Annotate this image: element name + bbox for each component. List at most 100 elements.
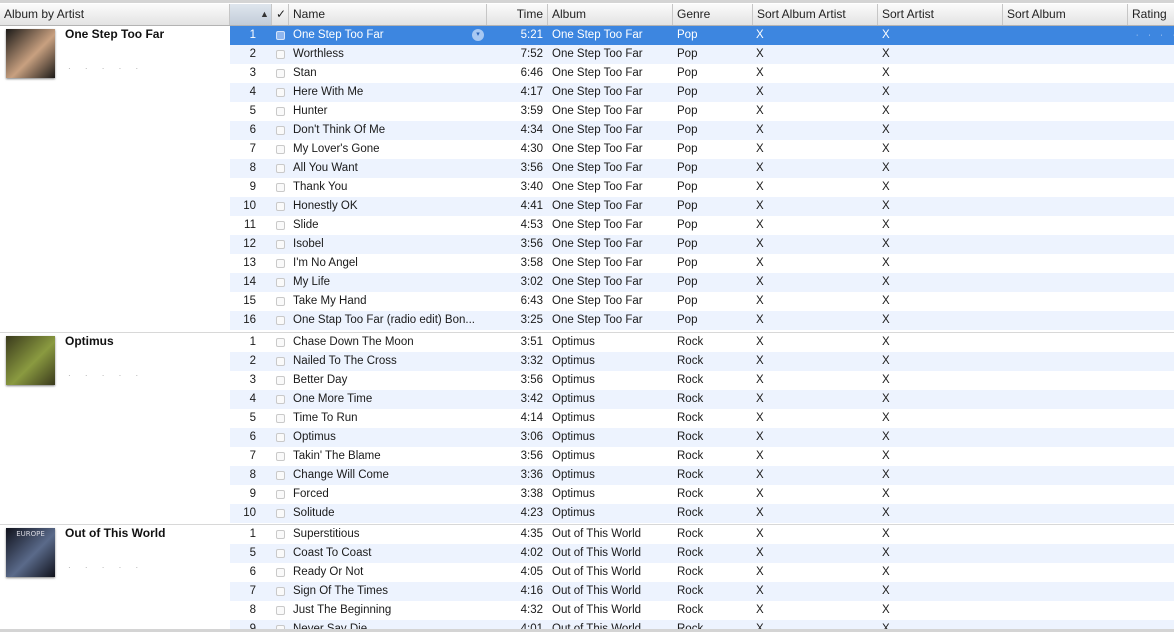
track-genre: Rock: [677, 547, 704, 559]
column-header-genre[interactable]: Genre: [673, 4, 753, 25]
column-header-name[interactable]: Name: [289, 4, 487, 25]
track-checkbox[interactable]: [276, 587, 285, 596]
track-row[interactable]: 4 Here With Me 4:17 One Step Too Far Pop X X: [230, 83, 1174, 102]
track-checkbox[interactable]: [276, 240, 285, 249]
track-row[interactable]: 3 Stan 6:46 One Step Too Far Pop X X: [230, 64, 1174, 83]
track-checkbox[interactable]: [276, 414, 285, 423]
track-name: One More Time: [293, 393, 373, 405]
column-header-album-by-artist[interactable]: Album by Artist: [0, 4, 230, 25]
track-checkbox[interactable]: [276, 530, 285, 539]
column-header-album[interactable]: Album: [548, 4, 673, 25]
track-row[interactable]: 16 One Stap Too Far (radio edit) Bon... 3:…: [230, 311, 1174, 330]
track-row[interactable]: 9 Forced 3:38 Optimus Rock X X: [230, 485, 1174, 504]
track-row[interactable]: 1 One Step Too Far 5:21 One Step Too Far Pop…: [230, 26, 1174, 45]
track-checkbox[interactable]: [276, 88, 285, 97]
track-sort-album-artist: X: [756, 566, 764, 578]
column-header-checkbox[interactable]: ✓: [272, 4, 289, 25]
track-row[interactable]: 11 Slide 4:53 One Step Too Far Pop X X: [230, 216, 1174, 235]
track-row[interactable]: 5 Coast To Coast 4:02 Out of This World Rock…: [230, 544, 1174, 563]
album-artwork[interactable]: EUROPE: [6, 528, 55, 577]
track-checkbox[interactable]: [276, 357, 285, 366]
track-row[interactable]: 3 Better Day 3:56 Optimus Rock X X: [230, 371, 1174, 390]
track-row[interactable]: 5 Time To Run 4:14 Optimus Rock X X: [230, 409, 1174, 428]
track-checkbox[interactable]: [276, 376, 285, 385]
track-checkbox[interactable]: [276, 509, 285, 518]
track-checkbox[interactable]: [276, 69, 285, 78]
track-checkbox[interactable]: [276, 316, 285, 325]
column-header-sort-album-artist[interactable]: Sort Album Artist: [753, 4, 878, 25]
track-rating[interactable]: · · · · ·: [1136, 26, 1174, 45]
track-row[interactable]: 4 One More Time 3:42 Optimus Rock X X: [230, 390, 1174, 409]
track-row[interactable]: 7 Sign Of The Times 4:16 Out of This World R…: [230, 582, 1174, 601]
track-checkbox[interactable]: [276, 183, 285, 192]
track-checkbox[interactable]: [276, 452, 285, 461]
track-row[interactable]: 7 Takin' The Blame 3:56 Optimus Rock X X: [230, 447, 1174, 466]
album-rating[interactable]: · · · · ·: [68, 563, 144, 572]
track-row[interactable]: 8 Change Will Come 3:36 Optimus Rock X X: [230, 466, 1174, 485]
track-row[interactable]: 13 I'm No Angel 3:58 One Step Too Far Pop X X: [230, 254, 1174, 273]
column-header-time[interactable]: Time: [487, 4, 548, 25]
track-checkbox[interactable]: [276, 606, 285, 615]
track-row[interactable]: 10 Honestly OK 4:41 One Step Too Far Pop X X: [230, 197, 1174, 216]
track-checkbox[interactable]: [276, 568, 285, 577]
track-checkbox[interactable]: [276, 126, 285, 135]
track-checkbox[interactable]: [276, 145, 285, 154]
track-checkbox[interactable]: [276, 433, 285, 442]
album-title: One Step Too Far: [65, 27, 165, 41]
track-name: Don't Think Of Me: [293, 124, 386, 136]
track-number: 6: [249, 124, 256, 136]
column-header-sort-artist[interactable]: Sort Artist: [878, 4, 1003, 25]
column-header-rating[interactable]: Rating: [1128, 4, 1174, 25]
track-row[interactable]: 2 Worthless 7:52 One Step Too Far Pop X X: [230, 45, 1174, 64]
album-artwork[interactable]: [6, 336, 55, 385]
track-row[interactable]: 1 Superstitious 4:35 Out of This World Rock X…: [230, 525, 1174, 544]
column-header-sort-album[interactable]: Sort Album: [1003, 4, 1128, 25]
track-album: Out of This World: [552, 528, 642, 540]
track-checkbox[interactable]: [276, 471, 285, 480]
track-name: Take My Hand: [293, 295, 367, 307]
track-checkbox[interactable]: [276, 297, 285, 306]
track-row[interactable]: 6 Ready Or Not 4:05 Out of This World Rock X X: [230, 563, 1174, 582]
track-checkbox[interactable]: [276, 259, 285, 268]
track-checkbox[interactable]: [276, 221, 285, 230]
track-row[interactable]: 10 Solitude 4:23 Optimus Rock X X: [230, 504, 1174, 523]
track-row[interactable]: 8 Just The Beginning 4:32 Out of This World…: [230, 601, 1174, 620]
track-row[interactable]: 9 Thank You 3:40 One Step Too Far Pop X X: [230, 178, 1174, 197]
track-album: One Step Too Far: [552, 143, 643, 155]
track-album: One Step Too Far: [552, 238, 643, 250]
track-checkbox[interactable]: [276, 490, 285, 499]
track-row[interactable]: 15 Take My Hand 6:43 One Step Too Far Pop X X: [230, 292, 1174, 311]
track-checkbox[interactable]: [276, 107, 285, 116]
track-row[interactable]: 14 My Life 3:02 One Step Too Far Pop X X: [230, 273, 1174, 292]
track-row[interactable]: 2 Nailed To The Cross 3:32 Optimus Rock X X: [230, 352, 1174, 371]
track-checkbox[interactable]: [276, 338, 285, 347]
track-genre: Pop: [677, 314, 698, 326]
row-menu-arrow-icon[interactable]: ▾: [472, 29, 484, 41]
track-genre: Rock: [677, 566, 704, 578]
track-sort-artist: X: [882, 507, 890, 519]
track-checkbox[interactable]: [276, 549, 285, 558]
album-rating[interactable]: · · · · ·: [68, 371, 144, 380]
track-sort-artist: X: [882, 67, 890, 79]
track-row[interactable]: 6 Optimus 3:06 Optimus Rock X X: [230, 428, 1174, 447]
track-genre: Pop: [677, 295, 698, 307]
track-checkbox[interactable]: [276, 202, 285, 211]
track-list[interactable]: One Step Too Far · · · · · 1 One Step Too F…: [0, 26, 1174, 632]
album-artwork[interactable]: [6, 29, 55, 78]
column-header-track-number[interactable]: ▲: [230, 4, 272, 25]
track-row[interactable]: 1 Chase Down The Moon 3:51 Optimus Rock X X: [230, 333, 1174, 352]
track-row[interactable]: 7 My Lover's Gone 4:30 One Step Too Far Pop X…: [230, 140, 1174, 159]
track-sort-album-artist: X: [756, 355, 764, 367]
track-row[interactable]: 5 Hunter 3:59 One Step Too Far Pop X X: [230, 102, 1174, 121]
track-row[interactable]: 12 Isobel 3:56 One Step Too Far Pop X X: [230, 235, 1174, 254]
track-row[interactable]: 8 All You Want 3:56 One Step Too Far Pop X X: [230, 159, 1174, 178]
track-checkbox[interactable]: [276, 395, 285, 404]
track-checkbox[interactable]: [276, 31, 285, 40]
track-checkbox[interactable]: [276, 164, 285, 173]
track-checkbox[interactable]: [276, 50, 285, 59]
track-row[interactable]: 6 Don't Think Of Me 4:34 One Step Too Far Po…: [230, 121, 1174, 140]
track-sort-album-artist: X: [756, 547, 764, 559]
album-rating[interactable]: · · · · ·: [68, 64, 144, 73]
track-sort-album-artist: X: [756, 314, 764, 326]
track-checkbox[interactable]: [276, 278, 285, 287]
